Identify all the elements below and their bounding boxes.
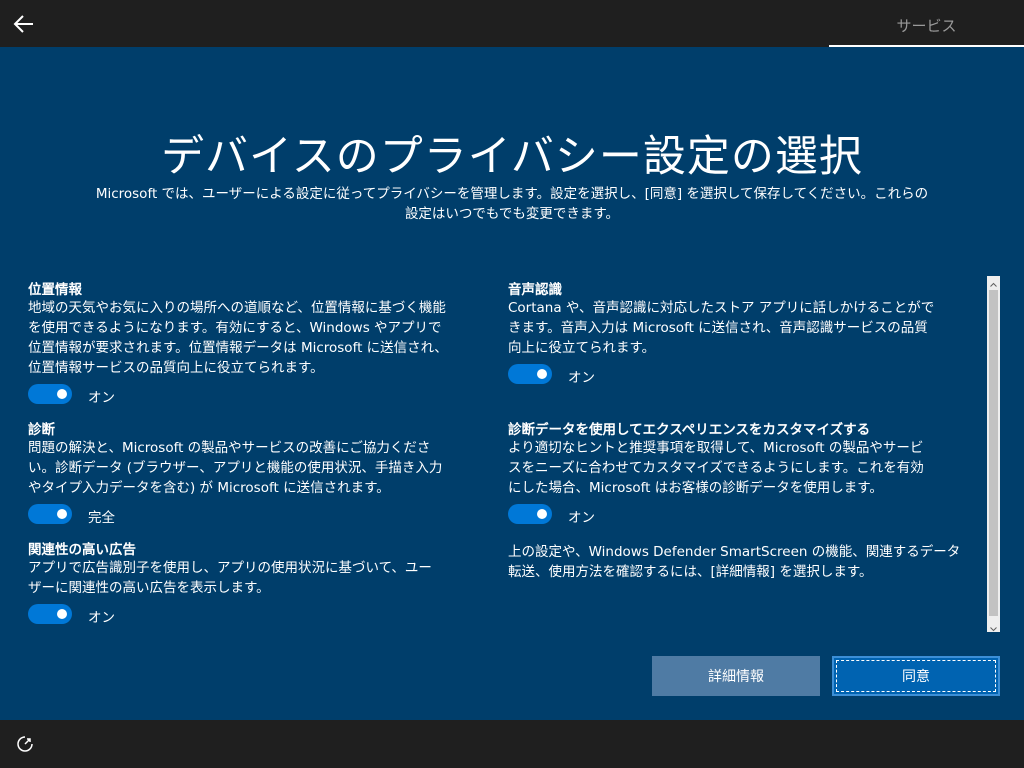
tailored-toggle-label: オン <box>568 510 595 526</box>
details-button[interactable]: 詳細情報 <box>652 656 820 696</box>
intro-line: 設定はいつでもでも変更できます。 <box>404 206 620 222</box>
tailored-description: より適切なヒントと推奨事項を取得して、Microsoft の製品やサービ スをニ… <box>508 438 924 498</box>
ads-toggle[interactable] <box>28 604 72 624</box>
description-line: やタイプ入力データを含む) が Microsoft に送信されます。 <box>28 480 390 496</box>
description-line: 問題の解決と、Microsoft の製品やサービスの改善にご協力くださ <box>28 440 431 456</box>
diagnostics-description: 問題の解決と、Microsoft の製品やサービスの改善にご協力くださ い。診断… <box>28 438 442 498</box>
ads-description: アプリで広告識別子を使用し、アプリの使用状況に基づいて、ユー ザーに関連性の高い… <box>28 558 432 598</box>
tailored-toggle[interactable] <box>508 504 552 524</box>
bottom-bar <box>0 720 1024 768</box>
description-line: い。診断データ (ブラウザー、アプリと機能の使用状況、手描き入力 <box>28 460 443 476</box>
description-line: を使用できるようになります。有効にすると、Windows やアプリで <box>28 320 442 336</box>
toggle-knob <box>57 509 67 519</box>
tab-underline <box>829 45 1024 47</box>
ease-of-access-icon[interactable] <box>15 734 35 754</box>
speech-description: Cortana や、音声認識に対応したストア アプリに話しかけることがで きます… <box>508 298 934 358</box>
tab-services-label: サービス <box>896 17 957 35</box>
ads-title: 関連性の高い広告 <box>28 542 136 558</box>
speech-title: 音声認識 <box>508 282 562 298</box>
page-title: デバイスのプライバシー設定の選択 <box>161 132 863 182</box>
tailored-title: 診断データを使用してエクスペリエンスをカスタマイズする <box>508 422 871 438</box>
location-toggle[interactable] <box>28 384 72 404</box>
speech-toggle-label: オン <box>568 370 595 386</box>
description-line: 位置情報が要求されます。位置情報データは Microsoft に送信され、 <box>28 340 448 356</box>
description-line: ザーに関連性の高い広告を表示します。 <box>28 580 270 596</box>
speech-toggle[interactable] <box>508 364 552 384</box>
description-line: 地域の天気やお気に入りの場所への道順など、位置情報に基づく機能 <box>28 300 446 316</box>
scroll-up-arrow-icon[interactable] <box>987 276 1000 288</box>
intro-line: Microsoft では、ユーザーによる設定に従ってプライバシーを管理します。設… <box>95 186 929 202</box>
footnote-line: 上の設定や、Windows Defender SmartScreen の機能、関… <box>508 544 961 560</box>
tab-services[interactable]: サービス <box>829 0 1024 47</box>
back-button[interactable] <box>12 12 36 36</box>
diagnostics-title: 診断 <box>28 422 55 438</box>
description-line: スをニーズに合わせてカスタマイズできるようにします。これを有効 <box>508 460 924 476</box>
diagnostics-toggle-label: 完全 <box>88 510 115 526</box>
accept-button[interactable]: 同意 <box>832 656 1000 696</box>
location-description: 地域の天気やお気に入りの場所への道順など、位置情報に基づく機能 を使用できるよう… <box>28 298 448 378</box>
diagnostics-toggle[interactable] <box>28 504 72 524</box>
footnote-line: 転送、使用方法を確認するには、[詳細情報] を選択します。 <box>508 564 873 580</box>
toggle-knob <box>537 509 547 519</box>
intro-text: Microsoft では、ユーザーによる設定に従ってプライバシーを管理します。設… <box>50 184 974 224</box>
location-title: 位置情報 <box>28 282 82 298</box>
toggle-knob <box>537 369 547 379</box>
location-toggle-label: オン <box>88 390 115 406</box>
description-line: Cortana や、音声認識に対応したストア アプリに話しかけることがで <box>508 300 935 316</box>
toggle-knob <box>57 389 67 399</box>
description-line: にした場合、Microsoft はお客様の診断データを使用します。 <box>508 480 883 496</box>
description-line: より適切なヒントと推奨事項を取得して、Microsoft の製品やサービ <box>508 440 924 456</box>
back-arrow-icon <box>13 15 33 33</box>
description-line: きます。音声入力は Microsoft に送信され、音声認識サービスの品質 <box>508 320 928 336</box>
description-line: アプリで広告識別子を使用し、アプリの使用状況に基づいて、ユー <box>28 560 432 576</box>
scrollbar[interactable] <box>987 276 1000 632</box>
ads-toggle-label: オン <box>88 610 115 626</box>
scroll-down-arrow-icon[interactable] <box>987 620 1000 632</box>
footnote: 上の設定や、Windows Defender SmartScreen の機能、関… <box>508 542 960 582</box>
scrollbar-thumb[interactable] <box>989 290 998 616</box>
description-line: 向上に役立てられます。 <box>508 340 656 356</box>
description-line: 位置情報サービスの品質向上に役立てられます。 <box>28 360 324 376</box>
top-bar: サービス <box>0 0 1024 47</box>
toggle-knob <box>57 609 67 619</box>
